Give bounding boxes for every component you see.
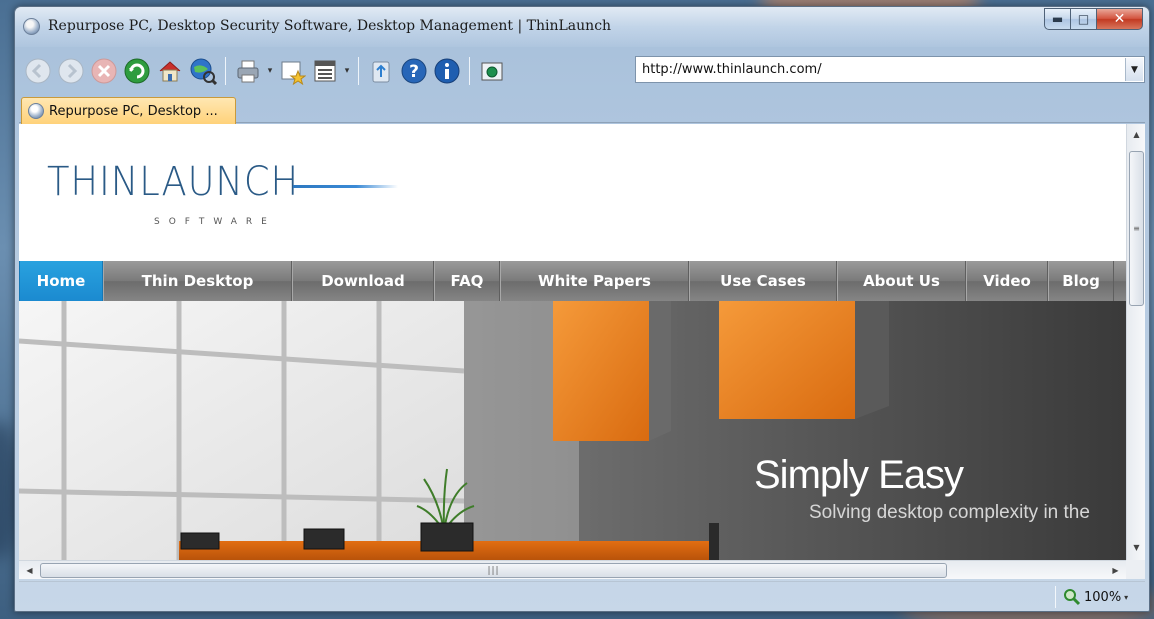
maximize-icon: □ bbox=[1077, 12, 1090, 26]
nav-use-cases[interactable]: Use Cases bbox=[689, 261, 837, 301]
nav-faq[interactable]: FAQ bbox=[434, 261, 500, 301]
address-dropdown-button[interactable]: ▼ bbox=[1125, 58, 1143, 81]
scroll-left-icon[interactable]: ◀ bbox=[21, 561, 38, 580]
nav-white-papers[interactable]: White Papers bbox=[500, 261, 689, 301]
window-controls: ▬ □ ✕ bbox=[1044, 8, 1143, 30]
tab-label: Repurpose PC, Desktop ... bbox=[49, 103, 218, 119]
info-icon bbox=[434, 58, 460, 84]
tab-active[interactable]: Repurpose PC, Desktop ... bbox=[21, 97, 236, 124]
add-favorite-button[interactable] bbox=[277, 56, 307, 86]
status-bar: 100% ▾ bbox=[19, 581, 1145, 611]
help-icon: ? bbox=[401, 58, 427, 84]
page-viewport: THINLAUNCH SOFTWARE Home Thin Desktop Do… bbox=[19, 124, 1126, 560]
print-dropdown-icon[interactable]: ▾ bbox=[266, 66, 274, 76]
nav-download[interactable]: Download bbox=[292, 261, 434, 301]
back-arrow-icon bbox=[25, 58, 51, 84]
browser-window: Repurpose PC, Desktop Security Software,… bbox=[14, 6, 1150, 612]
window-title: Repurpose PC, Desktop Security Software,… bbox=[48, 18, 612, 34]
page-icon bbox=[314, 60, 336, 82]
home-icon bbox=[159, 61, 181, 82]
nav-thin-desktop[interactable]: Thin Desktop bbox=[103, 261, 292, 301]
navigation-toolbar: ▾ ▾ ? http://www.thinlaunch.com/ ▼ bbox=[19, 52, 1145, 90]
zoom-magnifier-icon bbox=[1064, 589, 1081, 606]
scrollbar-corner bbox=[1126, 560, 1145, 579]
screenshot-icon bbox=[481, 62, 503, 81]
minimize-button[interactable]: ▬ bbox=[1044, 8, 1071, 30]
logo-swoosh bbox=[293, 185, 398, 188]
address-bar[interactable]: http://www.thinlaunch.com/ ▼ bbox=[635, 56, 1145, 83]
search-web-button[interactable] bbox=[188, 56, 218, 86]
home-button[interactable] bbox=[155, 56, 185, 86]
stop-icon bbox=[91, 58, 117, 84]
close-icon: ✕ bbox=[1113, 11, 1126, 27]
site-nav: Home Thin Desktop Download FAQ White Pap… bbox=[19, 261, 1126, 301]
vertical-scroll-thumb[interactable]: ≡ bbox=[1129, 151, 1144, 306]
logo-subtitle: SOFTWARE bbox=[154, 217, 276, 227]
nav-blog[interactable]: Blog bbox=[1048, 261, 1114, 301]
add-favorite-icon bbox=[281, 61, 306, 85]
zoom-level: 100% bbox=[1084, 589, 1122, 605]
globe-search-icon bbox=[190, 58, 217, 85]
hero-title: Simply Easy bbox=[754, 453, 964, 497]
print-button[interactable] bbox=[233, 56, 263, 86]
minimize-icon: ▬ bbox=[1051, 12, 1064, 26]
tab-strip: Repurpose PC, Desktop ... bbox=[19, 95, 1145, 124]
logo-wordmark: THINLAUNCH bbox=[47, 159, 300, 205]
refresh-icon bbox=[124, 58, 150, 84]
browser-logo-icon bbox=[23, 18, 40, 35]
close-button[interactable]: ✕ bbox=[1097, 8, 1143, 30]
zoom-dropdown-icon[interactable]: ▾ bbox=[1124, 593, 1128, 602]
recycle-icon bbox=[372, 61, 390, 83]
forward-arrow-icon bbox=[58, 58, 84, 84]
horizontal-scroll-thumb[interactable]: ||| bbox=[40, 563, 947, 578]
back-button[interactable] bbox=[23, 56, 53, 86]
info-button[interactable] bbox=[432, 56, 462, 86]
hero-subtitle: Solving desktop complexity in the bbox=[809, 502, 1090, 523]
scroll-right-icon[interactable]: ▶ bbox=[1107, 561, 1124, 580]
page-menu-button[interactable] bbox=[310, 56, 340, 86]
nav-video[interactable]: Video bbox=[966, 261, 1048, 301]
tab-favicon-icon bbox=[28, 103, 44, 119]
page-dropdown-icon[interactable]: ▾ bbox=[343, 66, 351, 76]
help-button[interactable]: ? bbox=[399, 56, 429, 86]
print-icon bbox=[237, 60, 259, 83]
refresh-button[interactable] bbox=[122, 56, 152, 86]
recycle-button[interactable] bbox=[366, 56, 396, 86]
svg-text:?: ? bbox=[409, 62, 419, 82]
stop-button[interactable] bbox=[89, 56, 119, 86]
site-logo[interactable]: THINLAUNCH SOFTWARE bbox=[47, 159, 398, 227]
vertical-scrollbar[interactable]: ▲ ≡ ▼ bbox=[1126, 124, 1145, 560]
toolbar-separator bbox=[225, 57, 226, 85]
toolbar-separator bbox=[358, 57, 359, 85]
zoom-control[interactable]: 100% ▾ bbox=[1063, 588, 1128, 606]
title-bar[interactable]: Repurpose PC, Desktop Security Software,… bbox=[15, 7, 1149, 47]
address-input[interactable]: http://www.thinlaunch.com/ bbox=[636, 62, 1125, 77]
toolbar-separator bbox=[469, 57, 470, 85]
hero-banner: Simply Easy Solving desktop complexity i… bbox=[19, 301, 1126, 560]
screenshot-button[interactable] bbox=[477, 56, 507, 86]
maximize-button[interactable]: □ bbox=[1071, 8, 1097, 30]
grip-icon: ||| bbox=[487, 565, 500, 576]
chevron-down-icon: ▼ bbox=[1131, 64, 1138, 75]
scroll-up-icon[interactable]: ▲ bbox=[1127, 126, 1146, 143]
nav-about-us[interactable]: About Us bbox=[837, 261, 966, 301]
scroll-down-icon[interactable]: ▼ bbox=[1127, 539, 1146, 556]
grip-icon: ≡ bbox=[1133, 224, 1140, 233]
forward-button[interactable] bbox=[56, 56, 86, 86]
status-separator bbox=[1055, 586, 1056, 608]
horizontal-scrollbar[interactable]: ◀ ||| ▶ bbox=[19, 560, 1126, 579]
nav-home[interactable]: Home bbox=[19, 261, 103, 301]
